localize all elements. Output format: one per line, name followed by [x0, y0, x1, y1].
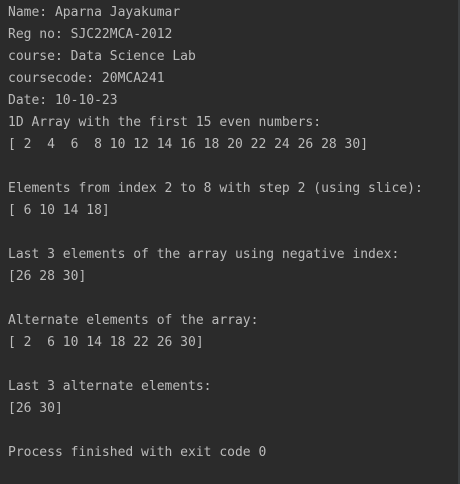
- output-line-course: course: Data Science Lab: [8, 49, 196, 64]
- output-blank-line: [8, 156, 460, 178]
- run-console-output[interactable]: Name: Aparna Jayakumar Reg no: SJC22MCA-…: [0, 0, 460, 484]
- output-line-name: Name: Aparna Jayakumar: [8, 5, 181, 20]
- output-line-slice-heading: Elements from index 2 to 8 with step 2 (…: [8, 181, 423, 196]
- output-line-date: Date: 10-10-23: [8, 93, 118, 108]
- output-line-last3-value: [26 28 30]: [8, 269, 87, 284]
- output-line-reg: Reg no: SJC22MCA-2012: [8, 27, 173, 42]
- output-blank-line: [8, 222, 460, 244]
- output-line-array-value: [ 2 4 6 8 10 12 14 16 18 20 22 24 26 28 …: [8, 137, 369, 152]
- output-blank-line: [8, 420, 460, 442]
- output-line-last3-alt-heading: Last 3 alternate elements:: [8, 379, 212, 394]
- output-line-array-heading: 1D Array with the first 15 even numbers:: [8, 115, 322, 130]
- output-blank-line: [8, 354, 460, 376]
- output-blank-line: [8, 288, 460, 310]
- output-line-coursecode: coursecode: 20MCA241: [8, 71, 165, 86]
- output-line-alternate-heading: Alternate elements of the array:: [8, 313, 259, 328]
- output-line-last3-heading: Last 3 elements of the array using negat…: [8, 247, 400, 262]
- output-line-exit-message: Process finished with exit code 0: [8, 445, 267, 460]
- output-line-last3-alt-value: [26 30]: [8, 401, 63, 416]
- output-line-alternate-value: [ 2 6 10 14 18 22 26 30]: [8, 335, 204, 350]
- output-line-slice-value: [ 6 10 14 18]: [8, 203, 110, 218]
